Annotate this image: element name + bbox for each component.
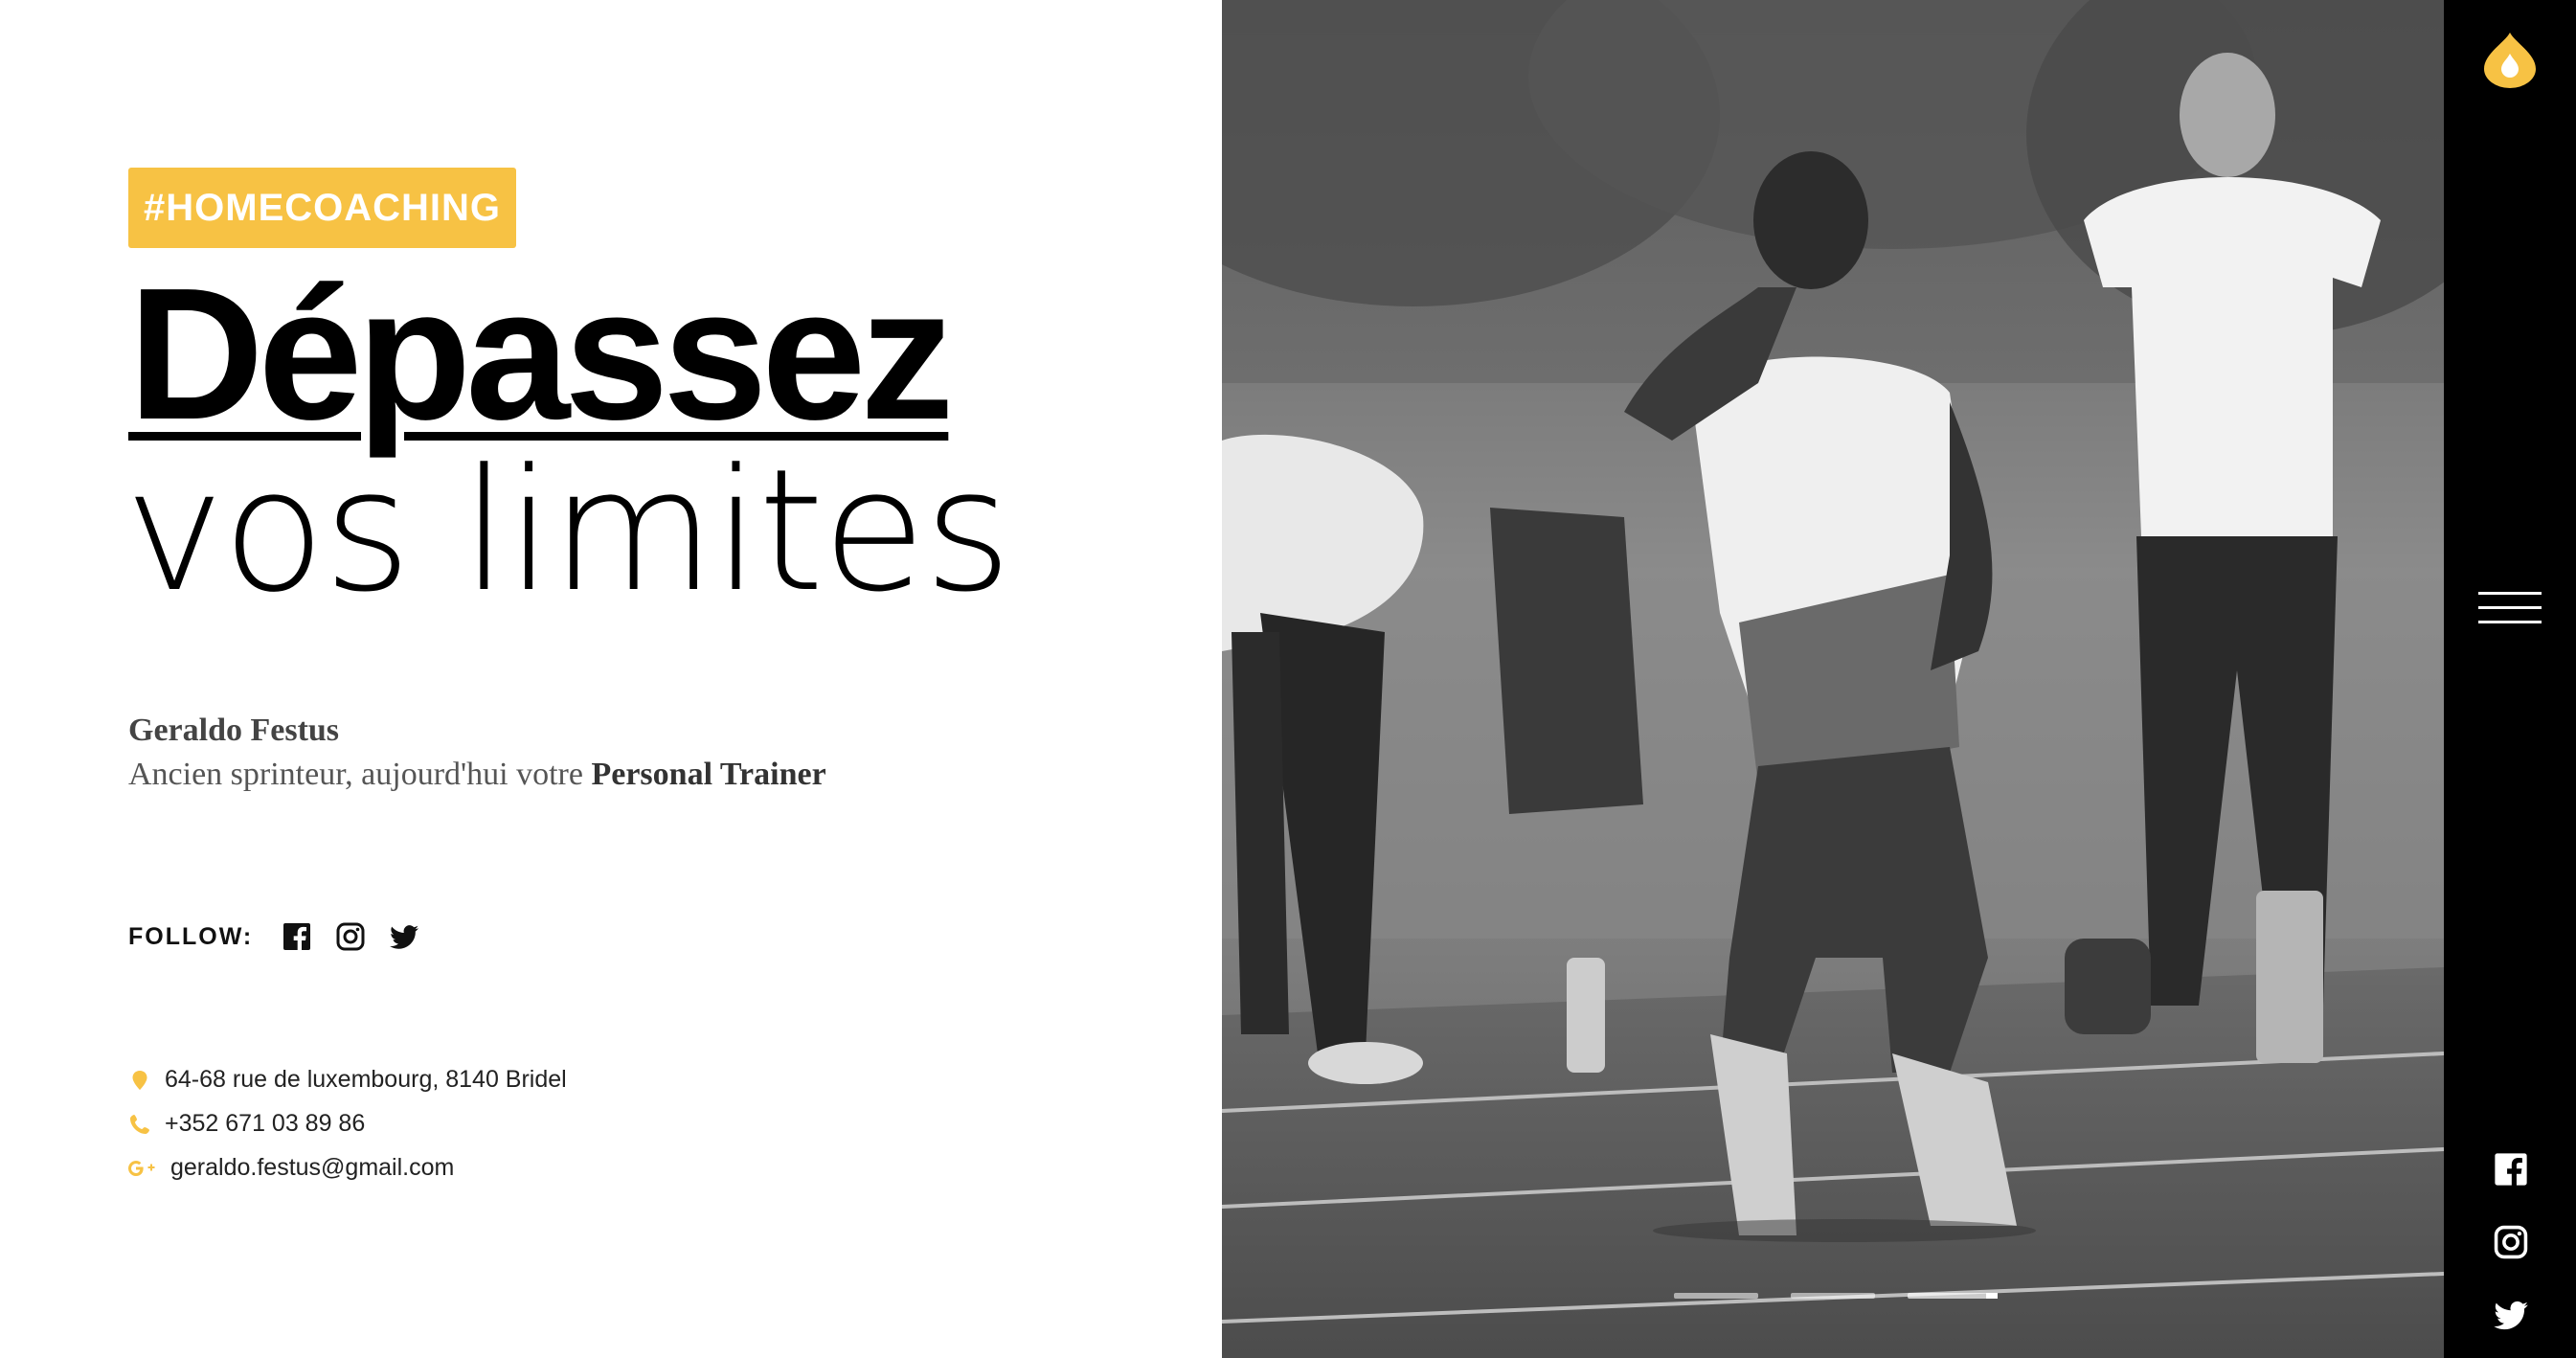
phone-icon: [128, 1112, 151, 1137]
slider-dot-active[interactable]: [1908, 1293, 1998, 1299]
trainer-name: Geraldo Festus: [128, 713, 340, 748]
twitter-icon[interactable]: [389, 921, 419, 952]
menu-icon[interactable]: [2478, 592, 2542, 626]
hashtag-badge: #HOMECOACHING: [128, 168, 517, 248]
instagram-icon[interactable]: [335, 921, 366, 952]
slider-dot[interactable]: [1791, 1293, 1875, 1299]
phone-text[interactable]: +352 671 03 89 86: [165, 1110, 365, 1138]
email-text[interactable]: geraldo.festus@gmail.com: [170, 1154, 454, 1182]
subtitle-highlight: Personal Trainer: [591, 757, 826, 792]
address-text: 64-68 rue de luxembourg, 8140 Bridel: [165, 1066, 567, 1093]
headline-bold: Dépassez: [128, 249, 954, 459]
sprinter-image: [1222, 0, 2444, 1358]
slider-dot[interactable]: [1674, 1293, 1758, 1299]
subtitle-prefix: Ancien sprinteur, aujourd'hui votre: [128, 757, 592, 792]
headline-light: vos limites: [124, 433, 1012, 629]
follow-row: FOLLOW:: [128, 921, 442, 952]
contact-email: geraldo.festus@gmail.com: [128, 1154, 454, 1182]
contact-phone: +352 671 03 89 86: [128, 1110, 365, 1138]
facebook-icon[interactable]: [2492, 1150, 2530, 1188]
right-sidebar: [2444, 0, 2576, 1358]
hero-photo: [1222, 0, 2444, 1358]
slider-dots: [1674, 1293, 2024, 1299]
hero-panel: #HOMECOACHING Dépassez vos limites Geral…: [0, 0, 1222, 1358]
follow-label: FOLLOW:: [128, 922, 254, 950]
instagram-icon[interactable]: [2492, 1223, 2530, 1261]
trainer-subtitle: Ancien sprinteur, aujourd'hui votre Pers…: [128, 757, 826, 793]
contact-address: 64-68 rue de luxembourg, 8140 Bridel: [128, 1066, 567, 1094]
twitter-icon[interactable]: [2492, 1296, 2530, 1334]
facebook-icon[interactable]: [282, 921, 312, 952]
map-pin-icon: [128, 1068, 151, 1093]
google-plus-icon: [128, 1156, 157, 1181]
logo-drop-icon[interactable]: [2480, 31, 2540, 90]
